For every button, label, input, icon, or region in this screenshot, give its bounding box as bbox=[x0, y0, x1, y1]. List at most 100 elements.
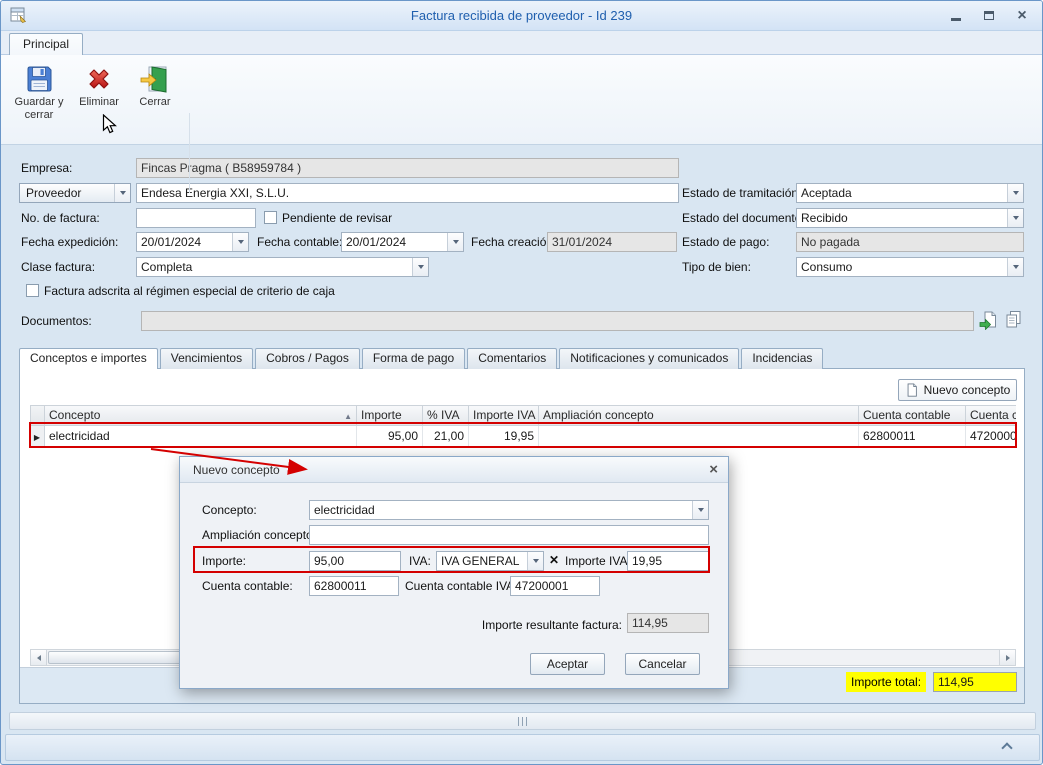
tab-conceptos-e-importes[interactable]: Conceptos e importes bbox=[19, 348, 158, 369]
detail-tabstrip: Conceptos e importes Vencimientos Cobros… bbox=[19, 348, 823, 369]
form-horizontal-scrollbar[interactable] bbox=[9, 712, 1036, 730]
dialog-titlebar[interactable]: Nuevo concepto × bbox=[180, 457, 728, 483]
chevron-down-icon[interactable] bbox=[447, 233, 463, 251]
chevron-down-icon[interactable] bbox=[412, 258, 428, 276]
scroll-right-button[interactable] bbox=[999, 650, 1015, 665]
save-and-close-label: Guardar y cerrar bbox=[11, 96, 67, 122]
grid-header: Concepto ▲ Importe % IVA Importe IVA Amp… bbox=[30, 405, 1016, 426]
chevron-up-icon bbox=[1001, 742, 1012, 753]
grid-cell-importe: 95,00 bbox=[357, 426, 423, 447]
grid-header-ampliacion[interactable]: Ampliación concepto bbox=[539, 405, 859, 426]
restore-icon bbox=[984, 11, 994, 20]
minimize-button[interactable] bbox=[948, 8, 964, 23]
fecha-expedicion-datepicker[interactable]: 20/01/2024 bbox=[136, 232, 249, 252]
no-factura-field[interactable] bbox=[136, 208, 256, 228]
chevron-down-icon[interactable] bbox=[1007, 258, 1023, 276]
nuevo-concepto-button[interactable]: Nuevo concepto bbox=[898, 379, 1017, 401]
cancelar-button[interactable]: Cancelar bbox=[625, 653, 700, 675]
dlg-iva-combobox[interactable]: IVA GENERAL bbox=[436, 551, 544, 571]
delete-button[interactable]: Eliminar bbox=[71, 60, 127, 140]
tipo-bien-label: Tipo de bien: bbox=[682, 257, 751, 277]
fecha-contable-datepicker[interactable]: 20/01/2024 bbox=[341, 232, 464, 252]
proveedor-label: Proveedor bbox=[26, 186, 81, 200]
proveedor-lookup-button[interactable]: Proveedor bbox=[19, 183, 131, 203]
ribbon-toolbar: Guardar y cerrar Eliminar Cerrar bbox=[1, 54, 1042, 145]
grid-header-cuenta-contable[interactable]: Cuenta contable bbox=[859, 405, 966, 426]
dlg-cuenta-contable-iva-field[interactable] bbox=[510, 576, 600, 596]
fecha-creacion-label: Fecha creación: bbox=[471, 232, 556, 252]
dialog-close-button[interactable]: × bbox=[709, 461, 718, 478]
chevron-down-icon[interactable] bbox=[232, 233, 248, 251]
chevron-down-icon[interactable] bbox=[1007, 209, 1023, 227]
importe-total-value: 114,95 bbox=[933, 672, 1017, 692]
grid-cell-concepto: electricidad bbox=[45, 426, 357, 447]
empresa-label: Empresa: bbox=[21, 158, 72, 178]
estado-tramitacion-value: Aceptada bbox=[801, 186, 1005, 200]
pendiente-revisar-checkbox[interactable] bbox=[264, 211, 277, 224]
new-document-icon bbox=[905, 383, 919, 397]
dlg-cuenta-contable-label: Cuenta contable: bbox=[202, 576, 293, 596]
dlg-importe-iva-field[interactable] bbox=[627, 551, 709, 571]
tab-comentarios[interactable]: Comentarios bbox=[467, 348, 557, 369]
arrow-left-icon bbox=[37, 655, 41, 661]
empresa-field bbox=[136, 158, 679, 178]
close-button[interactable]: × bbox=[1014, 8, 1030, 23]
close-form-button[interactable]: Cerrar bbox=[127, 60, 183, 140]
dlg-iva-value: IVA GENERAL bbox=[441, 554, 525, 568]
documentos-label: Documentos: bbox=[21, 311, 92, 331]
estado-tramitacion-dropdown[interactable]: Aceptada bbox=[796, 183, 1024, 203]
tab-notificaciones[interactable]: Notificaciones y comunicados bbox=[559, 348, 739, 369]
nuevo-concepto-label: Nuevo concepto bbox=[924, 383, 1011, 397]
dlg-ampliacion-label: Ampliación concepto: bbox=[202, 525, 316, 545]
ribbon-tab-principal[interactable]: Principal bbox=[9, 33, 83, 55]
dlg-cuenta-contable-field[interactable] bbox=[309, 576, 399, 596]
clase-factura-dropdown[interactable]: Completa bbox=[136, 257, 429, 277]
aceptar-button[interactable]: Aceptar bbox=[530, 653, 605, 675]
scroll-left-button[interactable] bbox=[31, 650, 47, 665]
restore-button[interactable] bbox=[981, 8, 997, 23]
grid-header-importe[interactable]: Importe bbox=[357, 405, 423, 426]
grid-header-concepto-label: Concepto bbox=[49, 408, 100, 422]
tab-vencimientos[interactable]: Vencimientos bbox=[160, 348, 253, 369]
estado-tramitacion-label: Estado de tramitación: bbox=[682, 183, 801, 203]
expand-panel-button[interactable] bbox=[999, 744, 1015, 756]
tipo-bien-dropdown[interactable]: Consumo bbox=[796, 257, 1024, 277]
grid-header-pct-iva[interactable]: % IVA bbox=[423, 405, 469, 426]
grid-header-concepto[interactable]: Concepto ▲ bbox=[45, 405, 357, 426]
grid-header-importe-iva[interactable]: Importe IVA bbox=[469, 405, 539, 426]
copy-document-icon[interactable] bbox=[1004, 310, 1023, 329]
grip-icon bbox=[518, 717, 519, 726]
chevron-down-icon[interactable] bbox=[527, 552, 543, 570]
save-and-close-button[interactable]: Guardar y cerrar bbox=[11, 60, 67, 140]
chevron-down-icon[interactable] bbox=[692, 501, 708, 519]
dlg-importe-field[interactable] bbox=[309, 551, 401, 571]
importe-total-label: Importe total: bbox=[846, 672, 926, 692]
pendiente-revisar-label: Pendiente de revisar bbox=[282, 208, 392, 228]
regimen-caja-checkbox[interactable] bbox=[26, 284, 39, 297]
titlebar: Factura recibida de proveedor - Id 239 × bbox=[1, 1, 1042, 31]
attach-document-icon[interactable] bbox=[979, 311, 998, 330]
chevron-down-icon[interactable] bbox=[114, 184, 130, 202]
tab-forma-de-pago[interactable]: Forma de pago bbox=[362, 348, 465, 369]
dialog-title: Nuevo concepto bbox=[193, 463, 280, 477]
proveedor-field[interactable] bbox=[136, 183, 679, 203]
grid-cell-pct-iva: 21,00 bbox=[423, 426, 469, 447]
dlg-concepto-combobox[interactable]: electricidad bbox=[309, 500, 709, 520]
grid-row-electricidad[interactable]: ▶ electricidad 95,00 21,00 19,95 6280001… bbox=[30, 426, 1016, 447]
tab-cobros-pagos[interactable]: Cobros / Pagos bbox=[255, 348, 360, 369]
grid-header-cuenta-contrapartida[interactable]: Cuenta cor bbox=[966, 405, 1016, 426]
arrow-right-icon bbox=[1006, 655, 1010, 661]
invoice-window: Factura recibida de proveedor - Id 239 ×… bbox=[0, 0, 1043, 765]
tab-incidencias[interactable]: Incidencias bbox=[741, 348, 823, 369]
close-form-label: Cerrar bbox=[127, 96, 183, 109]
window-controls: × bbox=[948, 8, 1030, 23]
dlg-importe-resultante-label: Importe resultante factura: bbox=[440, 615, 622, 635]
grip-icon bbox=[522, 717, 523, 726]
estado-documento-dropdown[interactable]: Recibido bbox=[796, 208, 1024, 228]
grid-cell-cuenta-contrapartida: 47200001 bbox=[966, 426, 1016, 447]
dlg-iva-clear-button[interactable]: ✕ bbox=[549, 553, 559, 568]
grid-row-indicator-cell: ▶ bbox=[30, 426, 45, 447]
chevron-down-icon[interactable] bbox=[1007, 184, 1023, 202]
dlg-ampliacion-field[interactable] bbox=[309, 525, 709, 545]
ribbon-tab-row: Principal bbox=[1, 31, 1042, 54]
